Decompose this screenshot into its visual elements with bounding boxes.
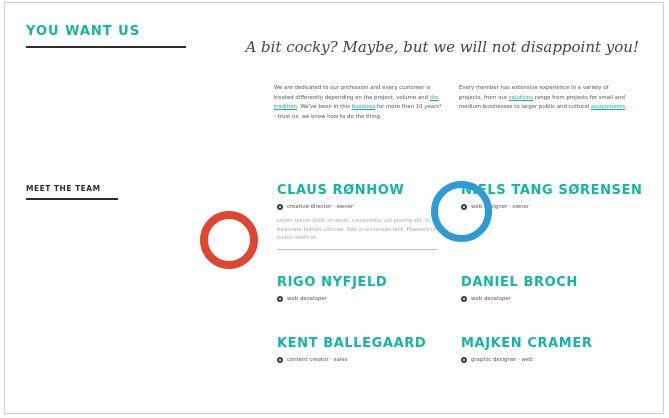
member-role: content creator · sales — [277, 357, 426, 363]
blue-circle-marker — [431, 181, 492, 242]
member-name: KENT BALLEGAARD — [277, 336, 427, 351]
intro-text: . We've been in this — [296, 104, 352, 110]
member-role: creative director · owner — [277, 204, 437, 210]
member-name: MAJKEN CRAMER — [461, 336, 593, 351]
member-role-text: creative director · owner — [287, 204, 354, 210]
member-name: CLAUS RØNHOW — [277, 183, 405, 198]
member-name: RIGO NYFJELD — [277, 275, 388, 290]
member-role-text: graphic designer · web — [471, 357, 533, 363]
role-icon — [461, 357, 467, 363]
intro-paragraph-2: Every member has extensive experience in… — [459, 84, 631, 113]
link-assignments[interactable]: assignments — [591, 104, 625, 110]
tagline: A bit cocky? Maybe, but we will not disa… — [245, 38, 639, 56]
team-member-kent[interactable]: KENT BALLEGAARD content creator · sales — [277, 336, 426, 363]
member-role: web developer — [277, 296, 387, 302]
member-bio: Lorem ipsum dolor sit amet, consectetur … — [277, 217, 437, 250]
link-business[interactable]: business — [352, 104, 376, 110]
member-role: graphic designer · web — [461, 357, 592, 363]
member-role-text: web developer — [471, 296, 511, 302]
role-icon — [277, 204, 283, 210]
team-member-claus[interactable]: CLAUS RØNHOW creative director · owner L… — [277, 183, 437, 250]
member-role: web developer — [461, 296, 578, 302]
member-name: NIELS TANG SØRENSEN — [461, 183, 643, 198]
role-icon — [277, 357, 283, 363]
section-divider — [26, 198, 118, 200]
member-role-text: web developer — [287, 296, 327, 302]
role-icon — [277, 296, 283, 302]
section-divider — [26, 46, 186, 48]
red-circle-marker — [200, 211, 258, 269]
team-member-majken[interactable]: MAJKEN CRAMER graphic designer · web — [461, 336, 592, 363]
intro-text: . — [625, 104, 627, 110]
intro-paragraph-1: We are dedicated to our profession and e… — [274, 84, 442, 122]
section-title-you-want-us: YOU WANT US — [26, 24, 141, 39]
team-member-daniel[interactable]: DANIEL BROCH web developer — [461, 275, 578, 302]
section-title-meet-the-team: MEET THE TEAM — [26, 184, 101, 193]
intro-text: We are dedicated to our profession and e… — [274, 85, 431, 101]
member-role-text: content creator · sales — [287, 357, 348, 363]
role-icon — [461, 296, 467, 302]
member-name: DANIEL BROCH — [461, 275, 578, 290]
team-member-rigo[interactable]: RIGO NYFJELD web developer — [277, 275, 387, 302]
link-solutions[interactable]: solutions — [509, 95, 533, 101]
